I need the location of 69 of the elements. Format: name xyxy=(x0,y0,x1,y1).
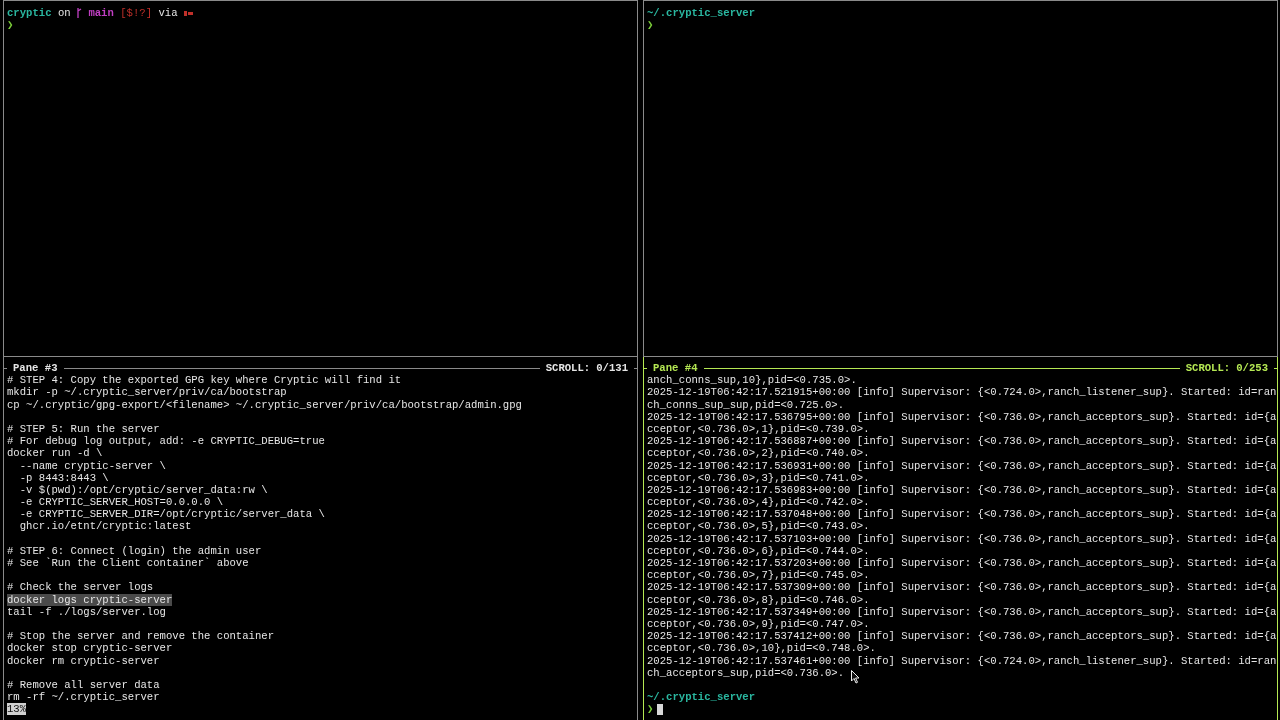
scroll-percent: 13% xyxy=(7,703,27,716)
output-line: cceptor,<0.736.0>,8},pid=<0.746.0>. xyxy=(647,593,870,606)
output-line: -v $(pwd):/opt/cryptic/server_data:rw \ xyxy=(18,483,268,497)
output-line: cceptor,<0.736.0>,1},pid=<0.739.0>. xyxy=(647,422,870,436)
terminal-pane[interactable]: cryptic on main [$!?] via ❯ xyxy=(3,0,638,357)
output-line: # See `Run the Client container` above xyxy=(7,557,249,570)
output-line: 2025-12-19T06:42:17.537103+00:00 [info] Supervisor: {<0.736.0>,ranch_acceptors_sup}. Started: id={a xyxy=(647,532,1277,545)
output-line: 2025-12-19T06:42:17.537349+00:00 [info] Supervisor: {<0.736.0>,ranch_acceptors_sup}. Started: id={a xyxy=(647,605,1277,618)
output-line: # STEP 5: Run the server xyxy=(7,422,160,436)
terminal-pane[interactable] xyxy=(3,357,638,720)
output-line: # STEP 6: Connect (login) the admin user xyxy=(7,544,262,557)
terminal-pane[interactable]: ~/.cryptic_server ❯ xyxy=(643,0,1278,357)
output-line: 2025-12-19T06:42:17.536983+00:00 [info] Supervisor: {<0.736.0>,ranch_acceptors_sup}. Started: id={a xyxy=(647,483,1277,497)
output-line: 2025-12-19T06:42:17.536795+00:00 [info] Supervisor: {<0.736.0>,ranch_acceptors_sup}. Started: id={a xyxy=(647,410,1277,423)
prompt-symbol: ❯ xyxy=(647,703,654,716)
scroll-position: 0/253 xyxy=(1236,362,1268,375)
output-line: 2025-12-19T06:42:17.521915+00:00 [info] Supervisor: {<0.724.0>,ranch_listener_sup}. Started: id=ran xyxy=(647,386,1277,399)
output-line: # Check the server logs xyxy=(7,581,154,594)
scroll-position: 0/131 xyxy=(596,362,628,375)
output-line: # Remove all server data xyxy=(7,678,160,692)
output-line: cceptor,<0.736.0>,5},pid=<0.743.0>. xyxy=(647,520,870,533)
scroll-label: SCROLL: xyxy=(545,362,591,375)
output-line: ch_acceptors_sup,pid=<0.736.0>. xyxy=(647,666,845,679)
output-line: docker stop cryptic-server xyxy=(7,642,173,655)
output-line: cceptor,<0.736.0>,7},pid=<0.745.0>. xyxy=(647,569,870,582)
output-line: 2025-12-19T06:42:17.536887+00:00 [info] Supervisor: {<0.736.0>,ranch_acceptors_sup}. Started: id={a xyxy=(647,435,1277,448)
pane-title: Pane #4 xyxy=(653,362,698,375)
directory-name: ~/.cryptic_server xyxy=(647,7,756,20)
output-line: # Stop the server and remove the container xyxy=(7,630,274,643)
output-line: cceptor,<0.736.0>,10},pid=<0.748.0>. xyxy=(647,642,876,655)
output-line: rm -rf ~/.cryptic_server xyxy=(7,691,160,704)
output-line: -p 8443:8443 \ xyxy=(18,471,109,484)
output-line: cceptor,<0.736.0>,3},pid=<0.741.0>. xyxy=(647,471,870,484)
directory-name: ~/.cryptic_server xyxy=(647,691,756,704)
output-line: 2025-12-19T06:42:17.537412+00:00 [info] Supervisor: {<0.736.0>,ranch_acceptors_sup}. Started: id={a xyxy=(647,630,1277,643)
mouse-pointer-icon xyxy=(851,670,860,684)
prompt-word: on xyxy=(57,7,71,20)
output-line: cp ~/.cryptic/gpg-export/<filename> ~/.cryptic_server/priv/ca/bootstrap/admin.gpg xyxy=(7,398,522,411)
output-line: cceptor,<0.736.0>,2},pid=<0.740.0>. xyxy=(647,447,870,460)
active-terminal-pane[interactable] xyxy=(643,357,1278,720)
directory-name: cryptic xyxy=(7,7,52,20)
output-line: cceptor,<0.736.0>,4},pid=<0.742.0>. xyxy=(647,496,870,509)
scroll-label: SCROLL: xyxy=(1185,362,1231,375)
output-line: 2025-12-19T06:42:17.537203+00:00 [info] Supervisor: {<0.736.0>,ranch_acceptors_sup}. Started: id={a xyxy=(647,557,1277,570)
output-line: anch_conns_sup,10},pid=<0.735.0>. xyxy=(647,374,857,387)
prompt-symbol: ❯ xyxy=(7,19,14,32)
output-line: ch_conns_sup_sup,pid=<0.725.0>. xyxy=(647,398,845,411)
output-line: 2025-12-19T06:42:17.536931+00:00 [info] Supervisor: {<0.736.0>,ranch_acceptors_sup}. Started: id={a xyxy=(647,459,1277,472)
output-line: tail -f ./logs/server.log xyxy=(7,605,166,618)
output-line: ghcr.io/etnt/cryptic:latest xyxy=(18,520,192,533)
output-line: mkdir -p ~/.cryptic_server/priv/ca/bootstrap xyxy=(7,386,287,399)
output-line: docker run -d \ xyxy=(7,447,103,460)
output-line: # For debug log output, add: -e CRYPTIC_DEBUG=true xyxy=(7,435,325,448)
output-line: # STEP 4: Copy the exported GPG key where Cryptic will find it xyxy=(7,374,402,387)
output-line: docker rm cryptic-server xyxy=(7,654,160,667)
output-line: cceptor,<0.736.0>,9},pid=<0.747.0>. xyxy=(647,617,870,631)
branch-name: main xyxy=(88,7,114,20)
output-line: 2025-12-19T06:42:17.537461+00:00 [info] Supervisor: {<0.724.0>,ranch_listener_sup}. Started: id=ran xyxy=(647,654,1277,667)
output-line: -e CRYPTIC_SERVER_DIR=/opt/cryptic/server_data \ xyxy=(18,508,325,521)
output-line: 2025-12-19T06:42:17.537048+00:00 [info] Supervisor: {<0.736.0>,ranch_acceptors_sup}. Started: id={a xyxy=(647,508,1277,521)
branch-icon xyxy=(77,8,82,19)
output-line: -e CRYPTIC_SERVER_HOST=0.0.0.0 \ xyxy=(18,496,224,509)
output-line: --name cryptic-server \ xyxy=(18,459,166,472)
prompt-symbol: ❯ xyxy=(647,19,654,32)
git-status: [$!?] xyxy=(120,7,153,20)
output-line: 2025-12-19T06:42:17.537309+00:00 [info] Supervisor: {<0.736.0>,ranch_acceptors_sup}. Started: id={a xyxy=(647,581,1277,594)
prompt-word: via xyxy=(158,7,178,20)
output-line: cceptor,<0.736.0>,6},pid=<0.744.0>. xyxy=(647,544,870,557)
pane-title: Pane #3 xyxy=(13,362,58,375)
